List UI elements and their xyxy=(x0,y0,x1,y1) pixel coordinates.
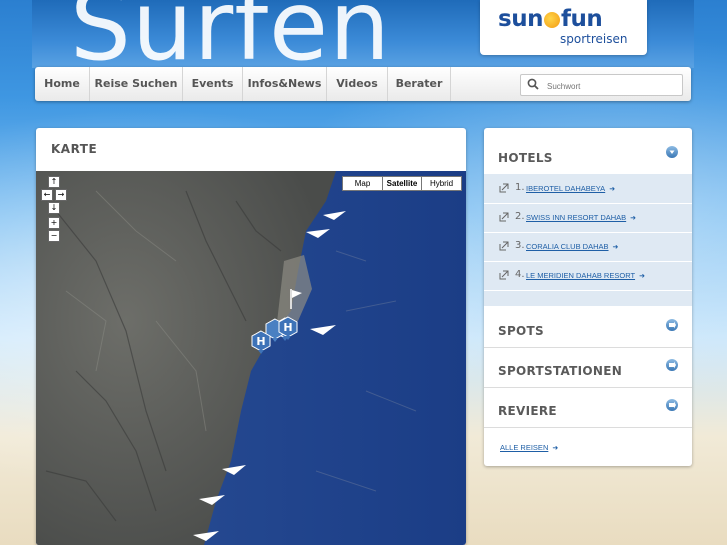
nav-item-videos[interactable]: Videos xyxy=(327,67,388,101)
external-link-icon xyxy=(499,212,509,222)
zoom-in-icon[interactable]: + xyxy=(48,217,60,229)
map-type-map[interactable]: Map xyxy=(342,176,383,191)
section-title: SPOTS xyxy=(498,324,544,338)
sidebar: HOTELS 1. IBEROTEL DAHABEYA ➜ 2. SWISS IN… xyxy=(484,128,692,466)
divider xyxy=(484,387,692,388)
logo-subtitle: sportreisen xyxy=(560,32,628,46)
hotel-marker-icon[interactable]: H xyxy=(250,330,271,354)
arrow-right-icon: ➜ xyxy=(639,273,645,280)
map-type-hybrid[interactable]: Hybrid xyxy=(421,176,462,191)
hotel-number: 1. xyxy=(515,182,525,193)
list-item: 1. IBEROTEL DAHABEYA ➜ xyxy=(484,174,692,204)
expand-arrow-icon[interactable] xyxy=(666,319,678,331)
hotel-link[interactable]: CORALIA CLUB DAHAB ➜ xyxy=(526,242,618,251)
section-spots[interactable]: SPOTS xyxy=(484,310,692,350)
nav-item-home[interactable]: Home xyxy=(35,67,90,101)
section-sportstationen[interactable]: SPORTSTATIONEN xyxy=(484,350,692,390)
marker-label: H xyxy=(283,321,292,334)
section-title: SPORTSTATIONEN xyxy=(498,364,623,378)
map-type-satellite[interactable]: Satellite xyxy=(382,176,422,191)
section-title: REVIERE xyxy=(498,404,557,418)
hotel-list: 1. IBEROTEL DAHABEYA ➜ 2. SWISS INN RESOR… xyxy=(484,174,692,306)
pan-down-icon[interactable]: ↓ xyxy=(48,202,60,214)
hotel-number: 3. xyxy=(515,240,525,251)
expand-arrow-icon[interactable] xyxy=(666,359,678,371)
hotel-link[interactable]: SWISS INN RESORT DAHAB ➜ xyxy=(526,213,636,222)
external-link-icon xyxy=(499,241,509,251)
logo-text-right: fun xyxy=(560,6,603,32)
list-item: 2. SWISS INN RESORT DAHAB ➜ xyxy=(484,203,692,233)
arrow-right-icon: ➜ xyxy=(612,244,619,251)
section-title: HOTELS xyxy=(498,151,553,165)
expand-arrow-icon[interactable] xyxy=(666,399,678,411)
nav-item-infos-news[interactable]: Infos&News xyxy=(243,67,327,101)
hotel-number: 2. xyxy=(515,211,525,222)
arrow-right-icon: ➜ xyxy=(630,215,637,222)
map-panel: KARTE Map Satellite Hybrid ↑ ← → ↓ + − H… xyxy=(36,128,466,545)
pan-up-icon[interactable]: ↑ xyxy=(48,176,60,188)
zoom-out-icon[interactable]: − xyxy=(48,230,60,242)
section-reviere[interactable]: REVIERE xyxy=(484,390,692,430)
nav-item-reise-suchen[interactable]: Reise Suchen xyxy=(90,67,183,101)
list-item: 4. LE MERIDIEN DAHAB RESORT ➜ xyxy=(484,261,692,291)
banner-title: Surfen xyxy=(70,0,391,82)
pan-left-icon[interactable]: ← xyxy=(41,189,53,201)
divider xyxy=(484,427,692,428)
collapse-arrow-icon[interactable] xyxy=(666,146,678,158)
hotel-link[interactable]: LE MERIDIEN DAHAB RESORT ➜ xyxy=(526,271,645,280)
map-title: KARTE xyxy=(51,142,98,156)
satellite-map[interactable]: Map Satellite Hybrid ↑ ← → ↓ + − H H xyxy=(36,171,466,545)
hotel-link[interactable]: IBEROTEL DAHABEYA ➜ xyxy=(526,184,615,193)
search-box xyxy=(520,74,683,96)
all-trips-link[interactable]: ALLE REISEN ➜ xyxy=(500,443,558,452)
section-hotels[interactable]: HOTELS xyxy=(484,138,692,178)
pan-right-icon[interactable]: → xyxy=(55,189,67,201)
arrow-right-icon: ➜ xyxy=(552,445,559,452)
hotel-number: 4. xyxy=(515,269,525,280)
nav-item-berater[interactable]: Berater xyxy=(388,67,451,101)
search-icon[interactable] xyxy=(527,78,539,90)
divider xyxy=(484,347,692,348)
sun-icon xyxy=(543,11,560,28)
nav-item-events[interactable]: Events xyxy=(183,67,243,101)
logo-text-left: sun xyxy=(498,6,543,32)
list-item: 3. CORALIA CLUB DAHAB ➜ xyxy=(484,232,692,262)
arrow-right-icon: ➜ xyxy=(609,186,616,193)
satellite-imagery xyxy=(36,171,466,545)
brand-logo[interactable]: sun fun sportreisen xyxy=(480,0,647,55)
hotel-marker-icon[interactable]: H xyxy=(277,316,298,340)
logo-wordmark: sun fun xyxy=(498,6,603,32)
svg-text:H: H xyxy=(256,335,265,348)
external-link-icon xyxy=(499,183,509,193)
search-input[interactable] xyxy=(545,77,679,95)
external-link-icon xyxy=(499,270,509,280)
